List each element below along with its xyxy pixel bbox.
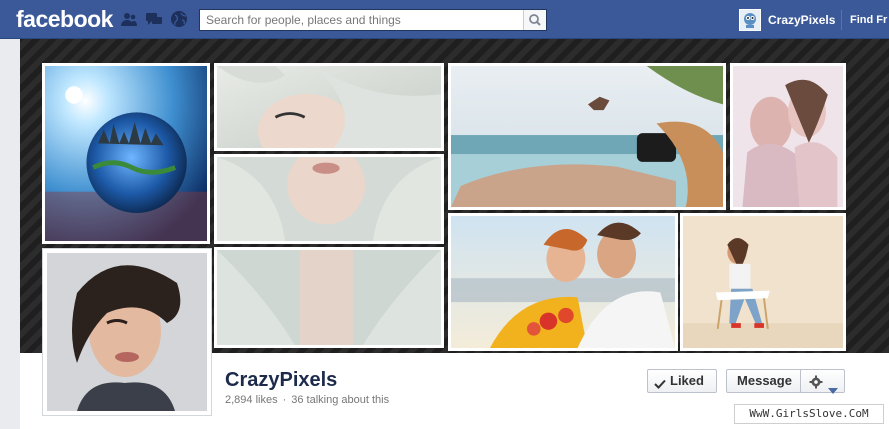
top-navigation-bar: facebook Search for people, places and t… — [0, 0, 889, 39]
facebook-logo[interactable]: facebook — [16, 6, 113, 33]
profile-avatar — [739, 9, 761, 31]
search-icon — [529, 14, 541, 26]
notifications-globe-icon[interactable] — [170, 10, 188, 28]
messages-icon[interactable] — [145, 10, 163, 28]
stats-separator: · — [282, 394, 287, 406]
planet-city-photo[interactable] — [42, 63, 210, 244]
woman-white-hair-eyes-photo[interactable] — [214, 63, 444, 151]
find-friends-link[interactable]: Find Fr — [850, 14, 887, 26]
page-content: CrazyPixels 2,894 likes · 36 talking about… — [20, 39, 889, 429]
photographer-pool-jump-photo[interactable] — [448, 63, 726, 210]
gear-icon — [809, 374, 823, 396]
watermark-text: WwW.GirlsSlove.CoM — [734, 404, 884, 424]
search-input[interactable] — [200, 10, 530, 30]
search-button[interactable] — [523, 10, 546, 30]
two-women-embrace-photo[interactable] — [730, 63, 846, 210]
liked-button[interactable]: Liked — [647, 369, 717, 393]
couple-flowers-photo[interactable] — [448, 213, 678, 351]
nav-divider — [841, 10, 842, 30]
page-stats: 2,894 likes · 36 talking about this — [225, 394, 389, 406]
profile-name-link[interactable]: CrazyPixels — [768, 13, 835, 27]
talking-about-count[interactable]: 36 talking about this — [291, 394, 389, 406]
likes-count[interactable]: 2,894 likes — [225, 394, 278, 406]
woman-sitting-chair-photo[interactable] — [680, 213, 846, 351]
profile-picture[interactable] — [42, 248, 212, 416]
friend-requests-icon[interactable] — [120, 10, 138, 28]
page-settings-button[interactable] — [800, 369, 845, 396]
woman-white-hair-neck-photo[interactable] — [214, 247, 444, 348]
search-box — [199, 9, 547, 31]
page-title: CrazyPixels — [225, 369, 338, 391]
woman-white-hair-lips-photo[interactable] — [214, 154, 444, 244]
liked-label: Liked — [670, 373, 704, 388]
message-label: Message — [737, 373, 792, 388]
caret-down-icon — [828, 379, 838, 401]
checkmark-icon — [654, 375, 666, 397]
message-button[interactable]: Message — [726, 369, 803, 393]
